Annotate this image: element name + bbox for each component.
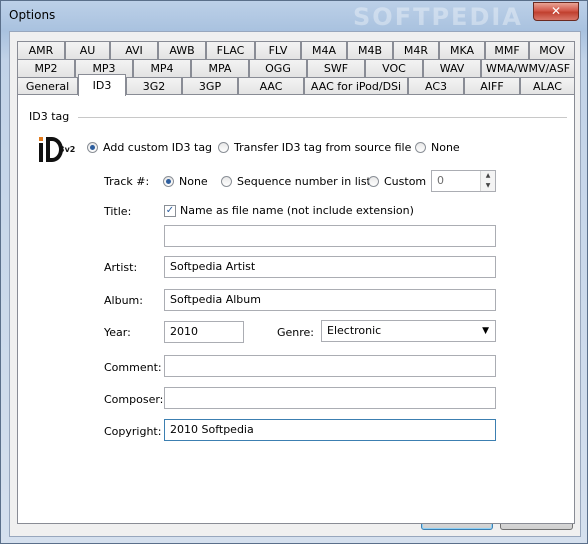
title-bar[interactable]: Options SOFTPEDIA ✕: [1, 1, 587, 31]
radio-transfer[interactable]: Transfer ID3 tag from source file: [218, 141, 411, 154]
year-label: Year:: [104, 326, 131, 339]
tab-ogg[interactable]: OGG: [249, 59, 307, 78]
logo-text: 3v2: [59, 145, 75, 154]
artist-label: Artist:: [104, 261, 138, 274]
tab-mpa[interactable]: MPA: [191, 59, 249, 78]
tab-mmf[interactable]: MMF: [485, 41, 529, 60]
close-button[interactable]: ✕: [533, 2, 579, 21]
radio-track-none[interactable]: None: [163, 175, 208, 188]
genre-select[interactable]: Electronic ▼: [321, 320, 496, 342]
composer-field[interactable]: [164, 387, 496, 409]
album-label: Album:: [104, 294, 143, 307]
radio-label: Add custom ID3 tag: [103, 141, 213, 154]
radio-track-sequence[interactable]: Sequence number in list: [221, 175, 371, 188]
window-title: Options: [9, 8, 56, 22]
genre-label: Genre:: [277, 326, 315, 339]
id3-panel: ID3 tag 3v2 Add custom ID3 tag Transfer …: [17, 94, 575, 524]
checkbox-label: Name as file name (not include extension…: [180, 204, 414, 217]
tab-m4r[interactable]: M4R: [393, 41, 439, 60]
tab-voc[interactable]: VOC: [365, 59, 423, 78]
radio-dot: [163, 176, 174, 187]
year-field[interactable]: 2010: [164, 321, 244, 343]
track-number-value: 0: [437, 174, 444, 187]
comment-field[interactable]: [164, 355, 496, 377]
radio-label: Sequence number in list: [237, 175, 371, 188]
checkmark-icon: ✓: [164, 204, 176, 217]
copyright-field[interactable]: 2010 Softpedia: [164, 419, 496, 441]
tab-swf[interactable]: SWF: [307, 59, 365, 78]
tab-id3[interactable]: ID3: [78, 74, 126, 96]
name-as-file-checkbox[interactable]: ✓ Name as file name (not include extensio…: [164, 204, 414, 217]
tab-mov[interactable]: MOV: [529, 41, 575, 60]
tab-au[interactable]: AU: [65, 41, 110, 60]
title-field[interactable]: [164, 225, 496, 247]
radio-dot: [87, 142, 98, 153]
artist-field[interactable]: Softpedia Artist: [164, 256, 496, 278]
tab-flv[interactable]: FLV: [255, 41, 301, 60]
title-label: Title:: [104, 205, 132, 218]
radio-label: None: [431, 141, 460, 154]
tab-avi[interactable]: AVI: [110, 41, 158, 60]
id3-icon: 3v2: [38, 134, 78, 164]
composer-label: Composer:: [104, 393, 164, 406]
options-window: Options SOFTPEDIA ✕ AMR AU AVI AWB FLAC …: [0, 0, 588, 544]
close-icon: ✕: [550, 4, 562, 18]
divider: [78, 117, 567, 118]
radio-track-custom[interactable]: Custom: [368, 175, 426, 188]
radio-add-custom[interactable]: Add custom ID3 tag: [87, 141, 212, 154]
tab-flac[interactable]: FLAC: [206, 41, 255, 60]
section-label: ID3 tag: [29, 110, 70, 123]
tab-awb[interactable]: AWB: [158, 41, 206, 60]
comment-label: Comment:: [104, 361, 162, 374]
tab-m4b[interactable]: M4B: [347, 41, 393, 60]
genre-value: Electronic: [327, 324, 382, 337]
watermark: SOFTPEDIA: [353, 3, 523, 31]
chevron-down-icon: ▼: [482, 326, 489, 336]
radio-dot: [218, 142, 229, 153]
radio-label: Custom: [384, 175, 427, 188]
album-field[interactable]: Softpedia Album: [164, 289, 496, 311]
tab-m4a[interactable]: M4A: [301, 41, 347, 60]
track-label: Track #:: [104, 175, 150, 188]
spin-up-icon[interactable]: ▲: [481, 171, 495, 181]
tab-wma-wmv-asf[interactable]: WMA/WMV/ASF: [481, 59, 575, 78]
spin-arrows: ▲ ▼: [480, 171, 495, 191]
tab-amr[interactable]: AMR: [17, 41, 65, 60]
track-number-stepper[interactable]: 0 ▲ ▼: [431, 170, 496, 192]
client-area: AMR AU AVI AWB FLAC FLV M4A M4B M4R MKA …: [9, 31, 581, 537]
radio-label: Transfer ID3 tag from source file: [234, 141, 412, 154]
copyright-label: Copyright:: [104, 425, 162, 438]
tab-mp2[interactable]: MP2: [17, 59, 75, 78]
spin-down-icon[interactable]: ▼: [481, 181, 495, 191]
tab-wav[interactable]: WAV: [423, 59, 481, 78]
tab-mka[interactable]: MKA: [439, 41, 485, 60]
radio-label: None: [179, 175, 208, 188]
radio-dot: [415, 142, 426, 153]
radio-dot: [368, 176, 379, 187]
tab-mp4[interactable]: MP4: [133, 59, 191, 78]
radio-none[interactable]: None: [415, 141, 460, 154]
radio-dot: [221, 176, 232, 187]
